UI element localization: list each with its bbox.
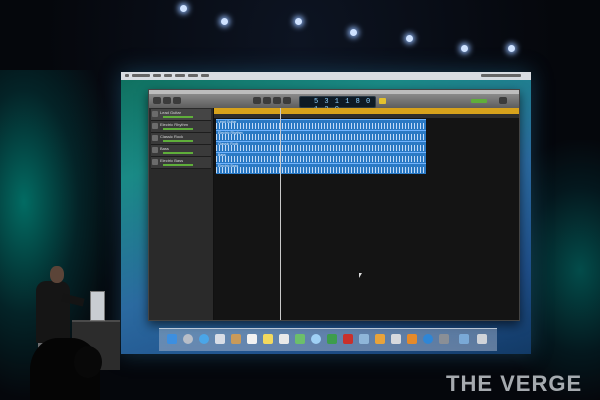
ceiling-spotlight <box>180 5 187 12</box>
messages-icon[interactable] <box>311 334 321 344</box>
audio-region[interactable]: Lead Guitar <box>216 119 426 130</box>
notepad-button[interactable] <box>499 97 507 104</box>
audio-region[interactable]: Electric Rhythm <box>216 130 426 141</box>
contacts-icon[interactable] <box>231 334 241 344</box>
track-volume-slider[interactable] <box>163 140 193 142</box>
launchpad-icon[interactable] <box>183 334 193 344</box>
mail-icon[interactable] <box>215 334 225 344</box>
audio-region[interactable]: Electric Bass <box>216 163 426 174</box>
waveform <box>216 145 426 151</box>
cycle-button[interactable] <box>283 97 291 104</box>
notes-icon[interactable] <box>263 334 273 344</box>
rewind-button[interactable] <box>253 97 261 104</box>
calendar-icon[interactable] <box>247 334 257 344</box>
dock <box>159 328 497 351</box>
smart-controls-button[interactable] <box>173 97 181 104</box>
track-header[interactable]: Classic Rock <box>151 133 211 145</box>
itunes-icon[interactable] <box>391 334 401 344</box>
mac-menu-bar <box>121 72 531 80</box>
help-button[interactable] <box>163 97 171 104</box>
photo-booth-icon[interactable] <box>343 334 353 344</box>
track-name: Bass <box>160 146 169 151</box>
mouse-pointer-icon <box>359 273 362 278</box>
track-name: Lead Guitar <box>160 110 181 115</box>
ceiling-spotlight <box>406 35 413 42</box>
garageband-window: 5 3 1 1 8 0 1 2 0 Lead Guitar Electric R… <box>148 89 520 321</box>
waveform <box>216 156 426 162</box>
track-header[interactable]: Lead Guitar <box>151 109 211 121</box>
facetime-icon[interactable] <box>327 334 337 344</box>
tracks-area[interactable]: Lead Guitar Electric Rhythm Classic Rock… <box>214 108 519 320</box>
record-button[interactable] <box>273 97 281 104</box>
system-preferences-icon[interactable] <box>439 334 449 344</box>
audio-region[interactable]: Bass <box>216 152 426 163</box>
track-name: Classic Rock <box>160 134 184 139</box>
stage-photo: 5 3 1 1 8 0 1 2 0 Lead Guitar Electric R… <box>0 0 600 400</box>
ceiling-spotlight <box>350 29 357 36</box>
drum-icon <box>152 135 158 141</box>
trash-icon[interactable] <box>477 334 487 344</box>
maps-icon[interactable] <box>295 334 305 344</box>
track-volume-slider[interactable] <box>163 164 193 166</box>
app-store-icon[interactable] <box>423 334 433 344</box>
track-header[interactable]: Bass <box>151 145 211 157</box>
garageband-icon[interactable] <box>375 334 385 344</box>
ceiling-spotlight <box>221 18 228 25</box>
track-header[interactable]: Electric Rhythm <box>151 121 211 133</box>
bass-icon <box>152 147 158 153</box>
audio-region[interactable]: Classic Rock <box>216 141 426 152</box>
track-volume-slider[interactable] <box>163 152 193 154</box>
track-volume-slider[interactable] <box>163 128 193 130</box>
ceiling-spotlight <box>295 18 302 25</box>
waveform <box>216 123 426 129</box>
guitar-icon <box>152 111 158 117</box>
ceiling-spotlight <box>461 45 468 52</box>
play-button[interactable] <box>263 97 271 104</box>
watermark: THE VERGE <box>446 371 583 396</box>
control-bar: 5 3 1 1 8 0 1 2 0 <box>149 94 519 114</box>
lcd-display: 5 3 1 1 8 0 1 2 0 <box>299 96 376 114</box>
reminders-icon[interactable] <box>279 334 289 344</box>
ibooks-icon[interactable] <box>407 334 417 344</box>
tuner-button[interactable] <box>379 98 386 104</box>
track-header[interactable]: Electric Bass <box>151 157 211 169</box>
bass-icon <box>152 159 158 165</box>
library-button[interactable] <box>153 97 161 104</box>
master-volume-slider[interactable] <box>471 99 487 103</box>
presenter-torso <box>36 281 70 343</box>
bar-ruler[interactable] <box>214 114 519 118</box>
safari-icon[interactable] <box>199 334 209 344</box>
audience-silhouette <box>74 346 102 378</box>
track-name: Electric Rhythm <box>160 122 189 127</box>
track-name: Electric Bass <box>160 158 184 163</box>
downloads-icon[interactable] <box>459 334 469 344</box>
finder-icon[interactable] <box>167 334 177 344</box>
iphoto-icon[interactable] <box>359 334 369 344</box>
projection-screen: 5 3 1 1 8 0 1 2 0 Lead Guitar Electric R… <box>121 72 531 354</box>
waveform <box>216 134 426 140</box>
guitar-icon <box>152 123 158 129</box>
ceiling-spotlight <box>508 45 515 52</box>
playhead[interactable] <box>280 108 281 320</box>
waveform <box>216 167 426 173</box>
track-volume-slider[interactable] <box>163 116 193 118</box>
presenter-head <box>50 266 64 283</box>
track-headers: Lead Guitar Electric Rhythm Classic Rock… <box>149 108 214 320</box>
stage-monitor <box>90 291 105 321</box>
